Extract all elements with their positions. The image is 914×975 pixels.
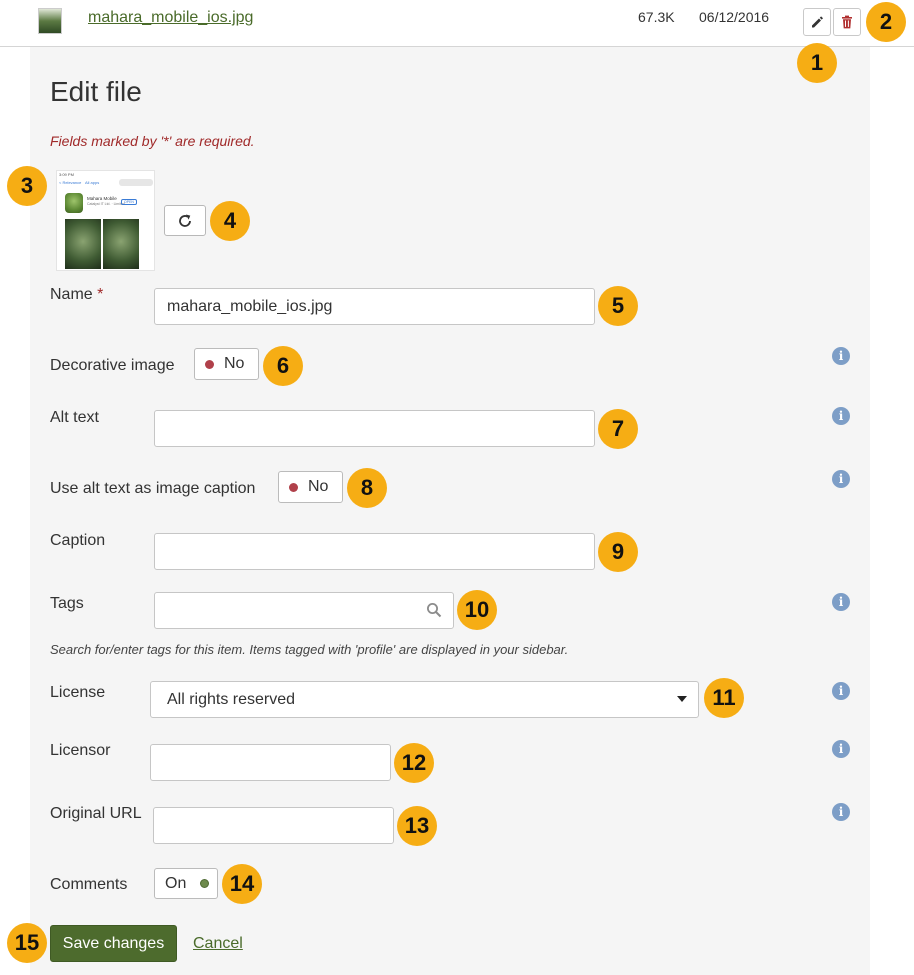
licensor-info-icon[interactable]: i: [832, 740, 850, 758]
save-changes-button[interactable]: Save changes: [50, 925, 177, 962]
search-icon: [427, 603, 442, 618]
switch-off-dot: [289, 482, 298, 492]
caption-label: Caption: [50, 532, 106, 549]
license-info-icon[interactable]: i: [832, 682, 850, 700]
callout-badge-12: 12: [394, 743, 434, 783]
preview-status-time: 3:09 PM: [59, 172, 74, 177]
delete-file-button[interactable]: [833, 8, 861, 36]
image-preview: 3:09 PM < Relevance All apps Mahara Mobi…: [56, 170, 155, 271]
file-name-link[interactable]: mahara_mobile_ios.jpg: [88, 9, 253, 27]
required-note: Fields marked by '*' are required.: [50, 133, 255, 149]
tags-info-icon[interactable]: i: [832, 593, 850, 611]
switch-on-dot: [200, 879, 210, 888]
alt-caption-label: Use alt text as image caption: [50, 480, 256, 497]
original-url-input[interactable]: [153, 807, 394, 844]
tags-input[interactable]: [154, 592, 454, 629]
callout-badge-15: 15: [7, 923, 47, 963]
preview-screenshot-left: [65, 219, 101, 269]
file-size: 67.3K: [638, 9, 675, 25]
callout-badge-13: 13: [397, 806, 437, 846]
callout-badge-9: 9: [598, 532, 638, 572]
switch-off-dot: [205, 359, 214, 369]
tags-hint: Search for/enter tags for this item. Ite…: [50, 642, 569, 657]
original-url-label: Original URL: [50, 805, 142, 822]
preview-nav-all: All apps: [85, 180, 100, 185]
required-marker: *: [97, 286, 104, 303]
alt-text-input[interactable]: [154, 410, 595, 447]
name-input[interactable]: mahara_mobile_ios.jpg: [154, 288, 595, 325]
comments-switch[interactable]: On: [154, 868, 218, 899]
preview-screenshot-right: [103, 219, 139, 269]
alt-text-label: Alt text: [50, 409, 99, 426]
rotate-image-button[interactable]: [164, 205, 206, 236]
preview-nav-back: < Relevance: [59, 180, 82, 185]
cancel-link[interactable]: Cancel: [193, 935, 243, 953]
edit-file-button[interactable]: [803, 8, 831, 36]
rotate-icon: [179, 214, 191, 227]
decorative-image-info-icon[interactable]: i: [832, 347, 850, 365]
page-title: Edit file: [50, 76, 142, 107]
alt-text-info-icon[interactable]: i: [832, 407, 850, 425]
callout-badge-3: 3: [7, 166, 47, 206]
original-url-info-icon[interactable]: i: [832, 803, 850, 821]
callout-badge-11: 11: [704, 678, 744, 718]
callout-badge-4: 4: [210, 201, 250, 241]
callout-badge-1: 1: [797, 43, 837, 83]
license-select[interactable]: All rights reserved: [150, 681, 699, 718]
alt-caption-info-icon[interactable]: i: [832, 470, 850, 488]
tags-label: Tags: [50, 595, 84, 612]
preview-app-icon: [65, 193, 83, 213]
name-label: Name *: [50, 286, 104, 303]
caption-input[interactable]: [154, 533, 595, 570]
preview-open-button: OPEN: [121, 199, 137, 205]
callout-badge-14: 14: [222, 864, 262, 904]
license-label: License: [50, 684, 106, 701]
licensor-input[interactable]: [150, 744, 391, 781]
preview-app-sub: Catalyst IT Ltd. · Limited: [87, 202, 125, 206]
file-thumbnail: [38, 8, 62, 34]
alt-caption-switch[interactable]: No: [278, 471, 343, 503]
file-date: 06/12/2016: [699, 9, 770, 25]
callout-badge-8: 8: [347, 468, 387, 508]
callout-badge-7: 7: [598, 409, 638, 449]
caret-down-icon: [677, 696, 687, 702]
licensor-label: Licensor: [50, 742, 111, 759]
preview-app-name: Mahara Mobile: [87, 196, 117, 201]
license-selected-value: All rights reserved: [167, 690, 296, 708]
decorative-image-switch[interactable]: No: [194, 348, 259, 380]
trash-icon: [842, 15, 852, 29]
comments-label: Comments: [50, 876, 128, 893]
preview-search: [119, 179, 153, 186]
decorative-image-state: No: [224, 355, 245, 372]
alt-caption-state: No: [308, 478, 329, 495]
callout-badge-10: 10: [457, 590, 497, 630]
callout-badge-5: 5: [598, 286, 638, 326]
callout-badge-6: 6: [263, 346, 303, 386]
decorative-image-label: Decorative image: [50, 357, 175, 374]
pencil-icon: [812, 16, 823, 28]
comments-state: On: [165, 874, 187, 892]
callout-badge-2: 2: [866, 2, 906, 42]
